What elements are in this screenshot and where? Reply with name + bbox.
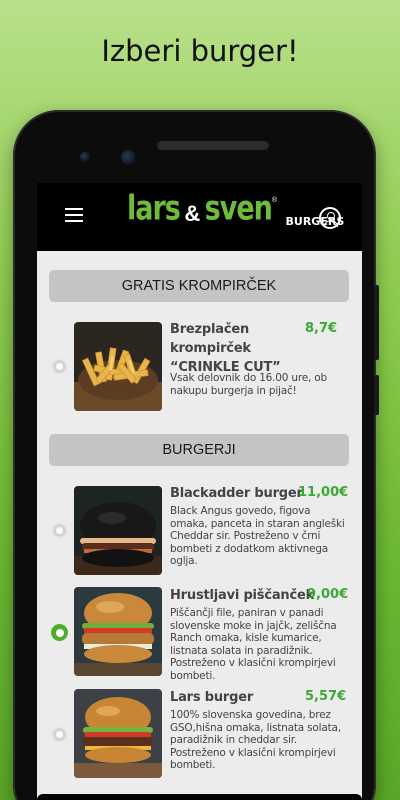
select-radio[interactable] [51, 358, 68, 375]
item-price: 9,00€ [307, 587, 349, 602]
phone-camera [121, 150, 136, 165]
headline: Izberi burger! [101, 34, 299, 68]
app-bar: lars & sven® BURGERS [37, 183, 362, 251]
app-screen: lars & sven® BURGERS GRATIS KROMPIRČEK B… [37, 183, 362, 800]
menu-item-free-fries[interactable]: Brezplačen krompirček “CRINKLE CUT” 8,7€… [37, 321, 362, 413]
item-name: Blackadder burger [170, 486, 303, 501]
beef-burger-photo [74, 689, 162, 778]
select-radio[interactable] [51, 624, 68, 641]
item-description: 100% slovenska govedina, brez GSO,hišna … [170, 709, 341, 772]
item-price: 8,7€ [305, 321, 338, 336]
user-account-icon[interactable] [319, 207, 341, 229]
item-name: Hrustljavi piščanček [170, 588, 315, 603]
select-radio[interactable] [51, 522, 68, 539]
item-name: Brezplačen krompirček “CRINKLE CUT” [170, 322, 281, 375]
menu-item-lars-burger[interactable]: Lars burger 5,57€ 100% slovenska govedin… [37, 689, 362, 781]
next-section-bar [37, 794, 362, 800]
item-price: 11,00€ [298, 485, 349, 500]
menu-item-blackadder[interactable]: Blackadder burger 11,00€ Black Angus gov… [37, 485, 362, 577]
hamburger-menu-icon[interactable] [65, 208, 83, 222]
fries-photo [74, 322, 162, 411]
phone-sensor [80, 152, 90, 162]
black-bun-burger-photo [74, 486, 162, 575]
power-button [374, 375, 379, 415]
section-header-burgerji: BURGERJI [49, 434, 349, 466]
item-price: 5,57€ [305, 689, 347, 704]
menu-item-hrustljavi-piscancek[interactable]: Hrustljavi piščanček 9,00€ Piščančji fil… [37, 587, 362, 682]
chicken-burger-photo [74, 587, 162, 676]
item-name: Lars burger [170, 690, 254, 705]
phone-speaker [157, 141, 269, 150]
brand-logo: lars & sven® BURGERS [127, 189, 345, 228]
select-radio[interactable] [51, 726, 68, 743]
item-description: Black Angus govedo, figova omaka, pancet… [170, 505, 345, 568]
section-header-gratis: GRATIS KROMPIRČEK [49, 270, 349, 302]
item-description: Piščančji file, paniran v panadi slovens… [170, 607, 337, 682]
item-description: Vsak delovnik do 16.00 ure, ob nakupu bu… [170, 372, 327, 397]
volume-button [374, 285, 379, 360]
